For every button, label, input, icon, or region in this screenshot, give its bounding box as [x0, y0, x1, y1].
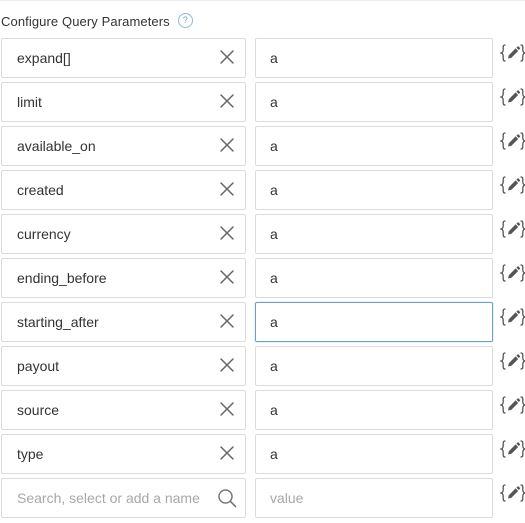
- param-value-field[interactable]: a: [255, 38, 493, 78]
- clear-icon[interactable]: [219, 445, 235, 461]
- braces-pencil-icon[interactable]: [498, 175, 525, 195]
- param-name-text: type: [17, 446, 44, 462]
- param-value-placeholder: value: [270, 490, 304, 506]
- braces-pencil-icon[interactable]: [498, 483, 525, 503]
- param-name-field[interactable]: limit: [1, 82, 246, 122]
- braces-pencil-icon[interactable]: [498, 439, 525, 459]
- braces-pencil-icon[interactable]: [498, 263, 525, 283]
- param-row: expand[] a: [0, 38, 525, 82]
- clear-icon[interactable]: [219, 357, 235, 373]
- param-name-text: created: [17, 182, 64, 198]
- param-row: available_on a: [0, 126, 525, 170]
- param-name-text: payout: [17, 358, 60, 374]
- clear-icon[interactable]: [219, 401, 235, 417]
- param-name-placeholder: Search, select or add a name: [17, 490, 200, 506]
- param-value-text: a: [270, 226, 278, 242]
- param-value-text: a: [270, 446, 278, 462]
- braces-pencil-icon[interactable]: [498, 307, 525, 327]
- param-row: source a: [0, 390, 525, 434]
- param-value-field[interactable]: a: [255, 302, 493, 342]
- clear-icon[interactable]: [219, 181, 235, 197]
- clear-icon[interactable]: [219, 93, 235, 109]
- param-value-field[interactable]: a: [255, 346, 493, 386]
- param-name-field[interactable]: source: [1, 390, 246, 430]
- param-name-search-input[interactable]: Search, select or add a name: [1, 478, 246, 518]
- param-name-field[interactable]: ending_before: [1, 258, 246, 298]
- section-header: Configure Query Parameters ?: [1, 12, 193, 30]
- clear-icon[interactable]: [219, 313, 235, 329]
- param-value-text: a: [270, 270, 278, 286]
- param-value-field[interactable]: a: [255, 434, 493, 474]
- param-value-text: a: [270, 358, 278, 374]
- param-name-text: available_on: [17, 138, 96, 154]
- param-value-text: a: [270, 402, 278, 418]
- help-icon[interactable]: ?: [177, 13, 193, 28]
- param-name-field[interactable]: available_on: [1, 126, 246, 166]
- query-params-list: expand[] a limit a available_on a created a curr…: [0, 38, 525, 522]
- param-value-input[interactable]: value: [255, 478, 493, 518]
- param-value-field[interactable]: a: [255, 82, 493, 122]
- param-name-text: ending_before: [17, 270, 107, 286]
- param-value-field[interactable]: a: [255, 258, 493, 298]
- clear-icon[interactable]: [219, 269, 235, 285]
- param-value-text: a: [270, 94, 278, 110]
- new-param-row: Search, select or add a name value: [0, 478, 525, 522]
- param-name-text: currency: [17, 226, 71, 242]
- param-name-text: starting_after: [17, 314, 99, 330]
- param-name-text: source: [17, 402, 60, 418]
- param-name-field[interactable]: type: [1, 434, 246, 474]
- search-icon[interactable]: [217, 488, 237, 508]
- param-name-text: limit: [17, 94, 42, 110]
- param-value-field[interactable]: a: [255, 214, 493, 254]
- param-row: ending_before a: [0, 258, 525, 302]
- param-row: payout a: [0, 346, 525, 390]
- param-row: type a: [0, 434, 525, 478]
- param-name-field[interactable]: created: [1, 170, 246, 210]
- clear-icon[interactable]: [219, 225, 235, 241]
- param-row: starting_after a: [0, 302, 525, 346]
- braces-pencil-icon[interactable]: [498, 87, 525, 107]
- param-value-text: a: [270, 314, 278, 330]
- param-value-field[interactable]: a: [255, 170, 493, 210]
- param-name-field[interactable]: currency: [1, 214, 246, 254]
- braces-pencil-icon[interactable]: [498, 395, 525, 415]
- param-value-field[interactable]: a: [255, 390, 493, 430]
- braces-pencil-icon[interactable]: [498, 219, 525, 239]
- top-divider: [0, 0, 525, 1]
- param-value-text: a: [270, 182, 278, 198]
- param-value-field[interactable]: a: [255, 126, 493, 166]
- clear-icon[interactable]: [219, 137, 235, 153]
- param-name-field[interactable]: starting_after: [1, 302, 246, 342]
- param-row: limit a: [0, 82, 525, 126]
- param-name-field[interactable]: payout: [1, 346, 246, 386]
- param-row: created a: [0, 170, 525, 214]
- param-name-text: expand[]: [17, 50, 71, 66]
- braces-pencil-icon[interactable]: [498, 131, 525, 151]
- braces-pencil-icon[interactable]: [498, 351, 525, 371]
- param-value-text: a: [270, 50, 278, 66]
- param-value-text: a: [270, 138, 278, 154]
- braces-pencil-icon[interactable]: [498, 43, 525, 63]
- param-name-field[interactable]: expand[]: [1, 38, 246, 78]
- param-row: currency a: [0, 214, 525, 258]
- section-title: Configure Query Parameters: [1, 13, 170, 29]
- clear-icon[interactable]: [219, 49, 235, 65]
